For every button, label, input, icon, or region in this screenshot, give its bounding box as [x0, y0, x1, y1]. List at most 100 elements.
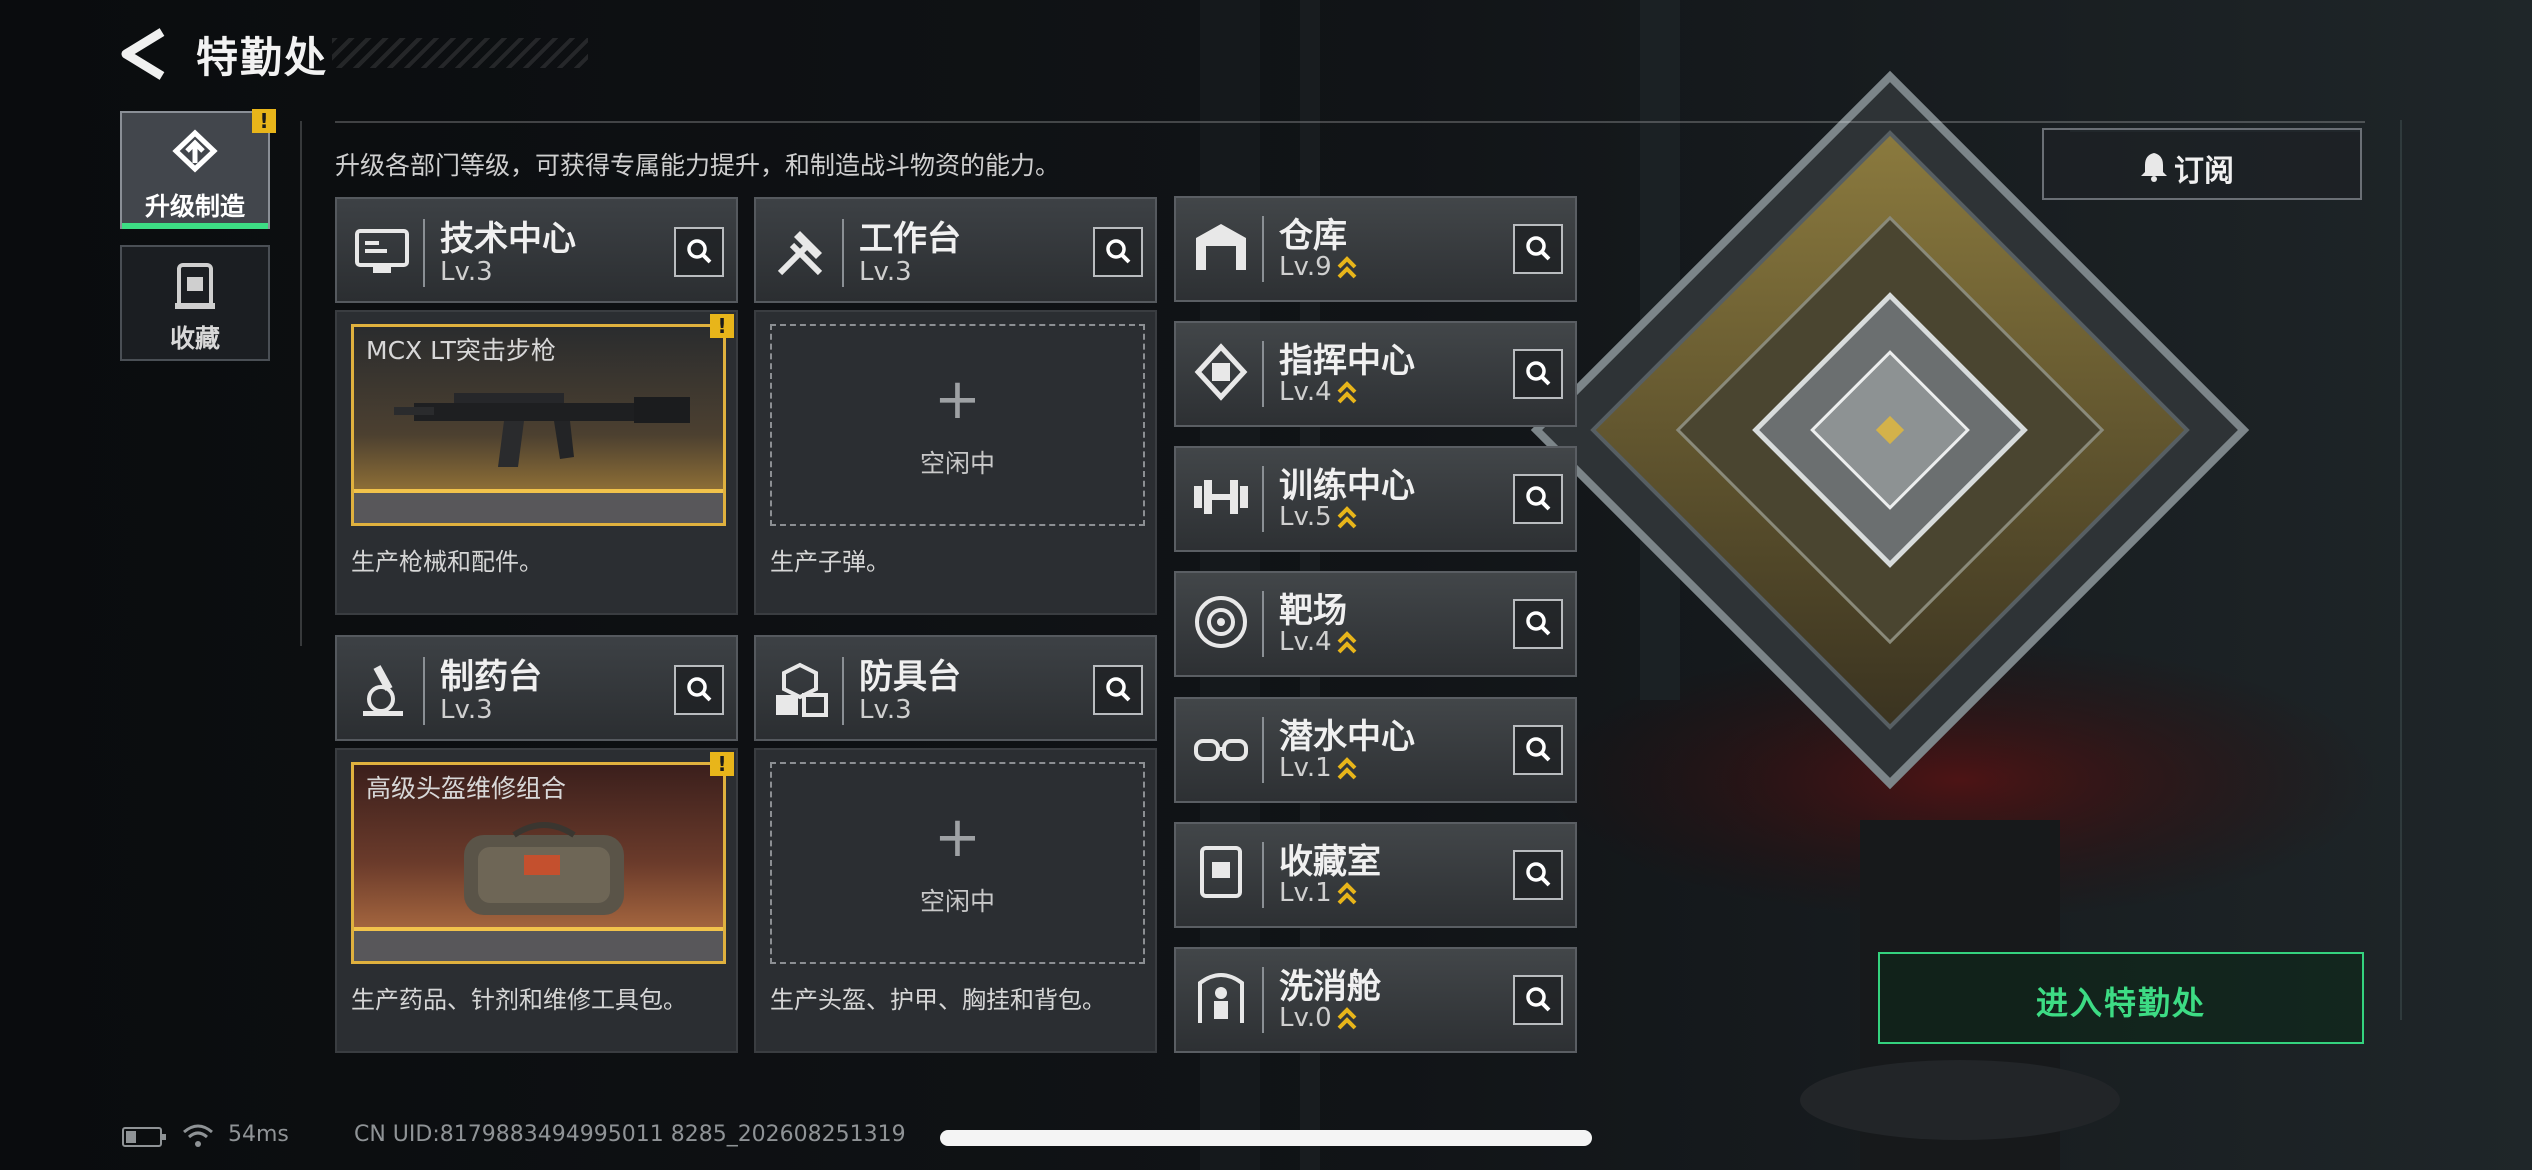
department-training-center[interactable]: 训练中心 Lv.5	[1174, 446, 1577, 552]
divider-line-vertical	[300, 121, 302, 646]
magnify-button[interactable]	[1513, 599, 1563, 649]
department-name: 洗消舱	[1279, 967, 1381, 1007]
magnifier-icon	[687, 239, 712, 264]
enter-special-ops-button[interactable]: 进入特勤处	[1878, 952, 2364, 1044]
header-separator	[1262, 466, 1264, 532]
decon-icon	[1198, 973, 1244, 1023]
station-armor-header[interactable]: 防具台 Lv.3	[754, 635, 1157, 741]
department-warehouse[interactable]: 仓库 Lv.9	[1174, 196, 1577, 302]
department-level: Lv.5	[1279, 502, 1358, 533]
monitor-icon	[355, 229, 409, 273]
alert-badge: !	[252, 109, 276, 133]
microscope-icon	[363, 665, 403, 716]
station-armor-body[interactable]: + 空闲中 生产头盔、护甲、胸挂和背包。	[754, 748, 1157, 1053]
magnify-button[interactable]	[674, 665, 724, 715]
department-level: Lv.1	[1279, 753, 1358, 784]
wifi-icon	[183, 1124, 213, 1147]
add-icon: +	[934, 367, 981, 432]
magnify-button[interactable]	[1513, 224, 1563, 274]
divider-line	[335, 121, 2365, 123]
station-description: 生产头盔、护甲、胸挂和背包。	[770, 986, 1106, 1014]
station-workbench-body[interactable]: + 空闲中 生产子弹。	[754, 310, 1157, 615]
page-description: 升级各部门等级，可获得专属能力提升，和制造战斗物资的能力。	[335, 151, 1061, 180]
magnify-button[interactable]	[1513, 850, 1563, 900]
magnify-button[interactable]	[1513, 975, 1563, 1025]
header-separator	[423, 219, 425, 287]
department-level: Lv.4	[1279, 627, 1358, 658]
department-shooting-range[interactable]: 靶场 Lv.4	[1174, 571, 1577, 677]
magnify-button[interactable]	[1093, 227, 1143, 277]
magnify-button[interactable]	[674, 227, 724, 277]
repair-kit-image	[464, 822, 624, 915]
upgrade-chevron-icon	[1337, 756, 1357, 779]
magnify-button[interactable]	[1513, 349, 1563, 399]
station-level: Lv.3	[440, 257, 493, 287]
magnifier-icon	[687, 677, 712, 702]
idle-label: 空闲中	[919, 887, 995, 916]
idle-slot[interactable]: + 空闲中	[770, 324, 1145, 526]
home-indicator[interactable]	[940, 1130, 1592, 1146]
magnifier-icon	[1526, 361, 1551, 386]
station-pharmacy-body[interactable]: 高级头盔维修组合 ! 生产药品、针剂和维修工具包。	[335, 748, 738, 1053]
header-separator	[1262, 842, 1264, 908]
nav-tab-collection-label: 收藏	[169, 324, 220, 353]
active-underline	[122, 223, 268, 229]
station-description: 生产子弹。	[770, 548, 890, 576]
bell-icon	[2141, 153, 2167, 182]
warehouse-icon	[1196, 224, 1246, 270]
station-level: Lv.3	[859, 257, 912, 287]
department-name: 仓库	[1279, 216, 1347, 256]
station-tech-center-body[interactable]: MCX LT突击步枪 ! 生产枪械和配件。	[335, 310, 738, 615]
station-level: Lv.3	[440, 695, 493, 725]
upgrade-chevron-icon	[1337, 630, 1357, 653]
upgrade-chevron-icon	[1337, 1006, 1357, 1029]
product-name: 高级头盔维修组合	[366, 774, 567, 803]
department-level-text: Lv.0	[1279, 1003, 1332, 1033]
department-diving-center[interactable]: 潜水中心 Lv.1	[1174, 697, 1577, 803]
department-level-text: Lv.4	[1279, 627, 1332, 657]
department-decon-chamber[interactable]: 洗消舱 Lv.0	[1174, 947, 1577, 1053]
nav-tab-collection[interactable]: 收藏	[120, 245, 270, 361]
magnify-button[interactable]	[1513, 474, 1563, 524]
header-separator	[1262, 341, 1264, 407]
department-level: Lv.9	[1279, 252, 1358, 283]
header-separator	[842, 219, 844, 287]
magnify-button[interactable]	[1093, 665, 1143, 715]
nav-tab-upgrade[interactable]: 升级制造 !	[120, 109, 276, 229]
department-name: 指挥中心	[1279, 341, 1415, 381]
station-description: 生产枪械和配件。	[351, 548, 543, 576]
department-level-text: Lv.4	[1279, 377, 1332, 407]
department-level-text: Lv.9	[1279, 252, 1332, 282]
upgrade-chevron-icon	[1337, 255, 1357, 278]
production-slot[interactable]: 高级头盔维修组合	[351, 762, 726, 964]
back-arrow-icon[interactable]	[118, 26, 174, 82]
department-collection-room[interactable]: 收藏室 Lv.1	[1174, 822, 1577, 928]
station-tech-center-header[interactable]: 技术中心 Lv.3	[335, 197, 738, 303]
tools-icon	[777, 231, 823, 276]
alert-badge: !	[710, 752, 734, 776]
header-separator	[1262, 717, 1264, 783]
department-name: 潜水中心	[1279, 717, 1415, 757]
station-pharmacy-header[interactable]: 制药台 Lv.3	[335, 635, 738, 741]
production-slot[interactable]: MCX LT突击步枪	[351, 324, 726, 526]
display-case-icon	[1200, 846, 1242, 898]
ping-readout: 54ms	[228, 1122, 289, 1147]
idle-slot[interactable]: + 空闲中	[770, 762, 1145, 964]
enter-label: 进入特勤处	[2035, 984, 2206, 1022]
station-workbench-header[interactable]: 工作台 Lv.3	[754, 197, 1157, 303]
page-title: 特勤处	[196, 33, 329, 82]
goggles-icon	[1194, 739, 1248, 761]
department-name: 靶场	[1279, 591, 1347, 631]
header-separator	[1262, 591, 1264, 657]
header-separator	[1262, 216, 1264, 282]
magnifier-icon	[1106, 677, 1131, 702]
subscribe-button[interactable]: 订阅	[2042, 128, 2362, 200]
department-command-center[interactable]: 指挥中心 Lv.4	[1174, 321, 1577, 427]
station-name: 制药台	[440, 657, 542, 697]
magnifier-icon	[1526, 862, 1551, 887]
magnify-button[interactable]	[1513, 725, 1563, 775]
chip-icon	[1194, 343, 1248, 401]
department-name: 收藏室	[1279, 842, 1381, 882]
department-level: Lv.4	[1279, 377, 1358, 408]
armor-icon	[776, 662, 828, 717]
